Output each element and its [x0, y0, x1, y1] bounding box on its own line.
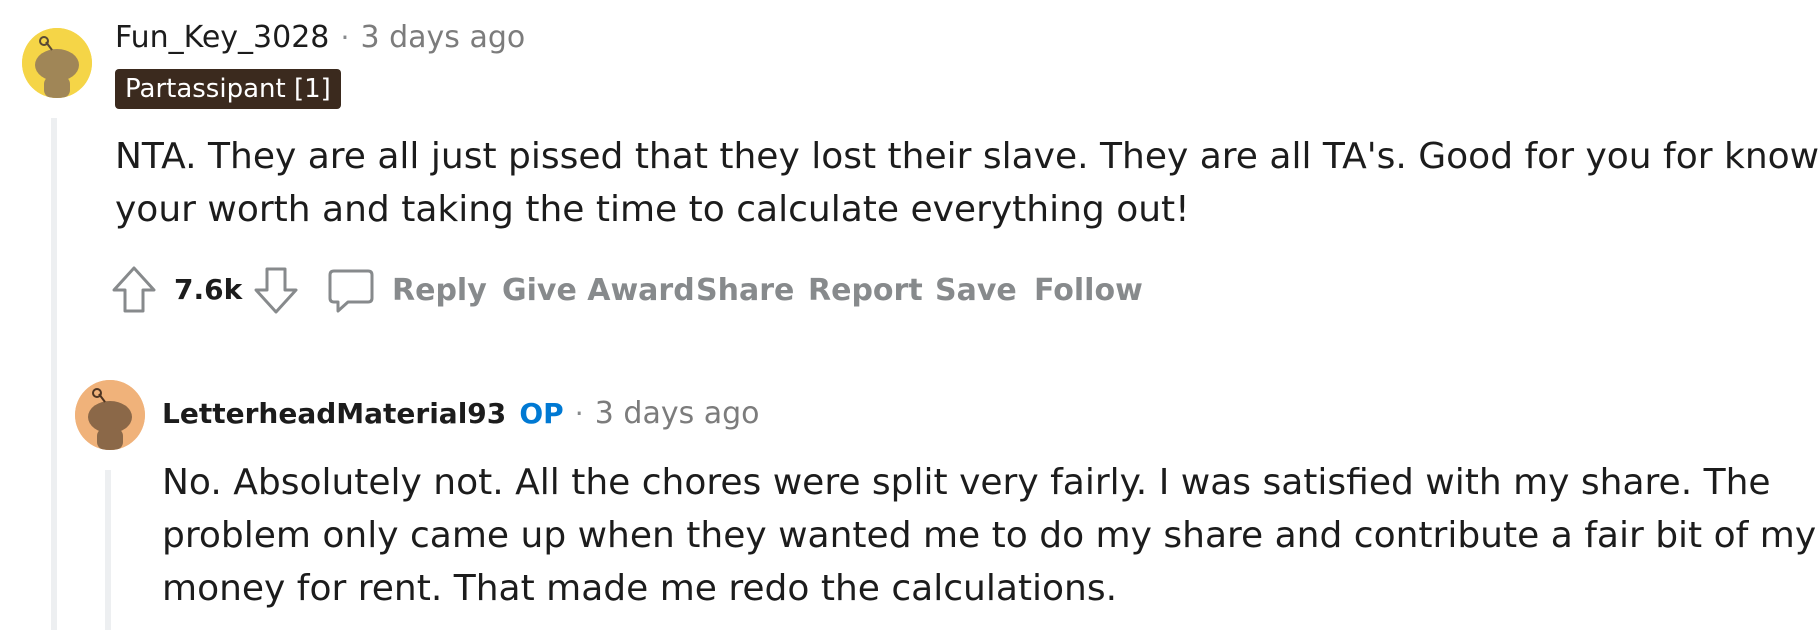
reply-label: Reply — [392, 273, 487, 308]
separator-dot: · — [340, 21, 350, 54]
comment-header: Fun_Key_3028 · 3 days ago — [115, 20, 525, 55]
timestamp-link[interactable]: 3 days ago — [360, 20, 525, 55]
separator-dot: · — [574, 397, 584, 430]
reply-timestamp-link[interactable]: 3 days ago — [595, 396, 760, 431]
comment-bubble-icon — [328, 269, 374, 313]
comment-body-line-2: your worth and taking the time to calcul… — [115, 189, 1190, 230]
reply-user-avatar[interactable] — [75, 380, 145, 450]
user-avatar[interactable] — [22, 28, 92, 98]
username-link[interactable]: Fun_Key_3028 — [115, 20, 329, 55]
save-button[interactable]: Save — [935, 273, 1017, 308]
reply-body-line-2: problem only came up when they wanted me… — [162, 515, 1817, 556]
user-flair: Partassipant [1] — [115, 69, 341, 109]
report-button[interactable]: Report — [808, 273, 923, 308]
snoo-avatar-icon — [22, 28, 92, 98]
op-badge: OP — [519, 397, 564, 430]
downvote-arrow-icon — [254, 267, 298, 314]
reply-header: LetterheadMaterial93 OP · 3 days ago — [162, 396, 760, 431]
comment-body-line-1: NTA. They are all just pissed that they … — [115, 136, 1820, 177]
upvote-button[interactable] — [110, 265, 158, 315]
reply-button[interactable]: Reply — [326, 266, 487, 316]
share-button[interactable]: Share — [696, 273, 794, 308]
thread-line-reply[interactable] — [105, 470, 111, 630]
reply-username-link[interactable]: LetterheadMaterial93 — [162, 397, 506, 430]
give-award-button[interactable]: Give Award — [502, 273, 695, 308]
reply-body-line-1: No. Absolutely not. All the chores were … — [162, 462, 1771, 503]
thread-line-main[interactable] — [51, 118, 57, 630]
downvote-button[interactable] — [252, 265, 300, 315]
reply-body-line-3: money for rent. That made me redo the ca… — [162, 568, 1118, 609]
snoo-avatar-icon — [75, 380, 145, 450]
vote-score: 7.6k — [174, 273, 243, 306]
follow-button[interactable]: Follow — [1034, 273, 1143, 308]
upvote-arrow-icon — [112, 266, 156, 313]
